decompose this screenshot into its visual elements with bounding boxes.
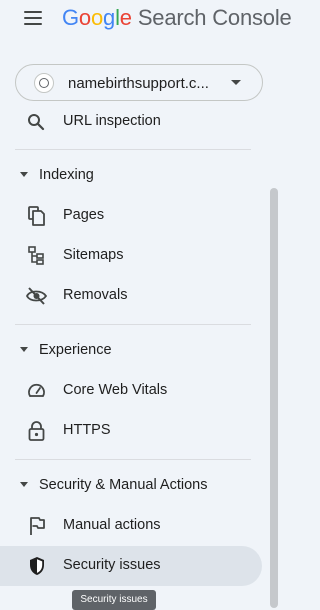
logo-letter: o xyxy=(90,5,104,30)
nav-item-url-inspection[interactable]: URL inspection xyxy=(0,102,262,142)
divider xyxy=(15,324,251,325)
top-bar: Google Search Console xyxy=(0,0,318,40)
shield-icon xyxy=(26,556,48,576)
nav-item-label: Removals xyxy=(63,287,128,303)
app-logo[interactable]: Google Search Console xyxy=(62,5,292,31)
nav-item-core-web-vitals[interactable]: Core Web Vitals xyxy=(0,371,262,411)
nav-item-https[interactable]: HTTPS xyxy=(0,411,262,451)
flag-icon xyxy=(26,516,48,536)
nav-item-removals[interactable]: Removals xyxy=(0,276,262,316)
nav-item-label: Core Web Vitals xyxy=(63,382,168,398)
nav-item-security-issues[interactable]: Security issues xyxy=(0,546,262,586)
nav-item-label: Manual actions xyxy=(63,517,161,533)
divider xyxy=(15,149,251,150)
logo-letter: g xyxy=(103,5,116,30)
logo-letter: G xyxy=(62,5,79,30)
property-selector[interactable]: namebirthsupport.c... xyxy=(15,64,263,101)
section-title: Indexing xyxy=(39,167,94,183)
tooltip: Security issues xyxy=(72,590,156,610)
property-name: namebirthsupport.c... xyxy=(68,75,209,92)
main-menu-icon[interactable] xyxy=(24,10,44,26)
nav-item-pages[interactable]: Pages xyxy=(0,196,262,236)
section-title: Experience xyxy=(39,342,112,358)
dropdown-caret-icon xyxy=(231,80,241,85)
divider xyxy=(15,459,251,460)
section-header-indexing[interactable]: Indexing xyxy=(0,158,262,194)
sitemaps-icon xyxy=(26,246,48,266)
nav-item-label: URL inspection xyxy=(63,113,161,129)
collapse-arrow-icon xyxy=(20,482,28,487)
nav-item-sitemaps[interactable]: Sitemaps xyxy=(0,236,262,276)
lock-icon xyxy=(26,421,48,441)
logo-letter: o xyxy=(78,5,91,30)
search-icon xyxy=(26,112,48,132)
nav-item-label: Pages xyxy=(63,207,105,223)
sidebar-scrollbar[interactable] xyxy=(270,188,278,608)
nav-item-manual-actions[interactable]: Manual actions xyxy=(0,506,262,546)
nav-item-label: HTTPS xyxy=(63,422,111,438)
pages-icon xyxy=(26,206,48,226)
globe-icon xyxy=(34,73,54,93)
product-name: Search Console xyxy=(137,5,292,30)
section-header-experience[interactable]: Experience xyxy=(0,333,262,369)
section-header-security-manual-actions[interactable]: Security & Manual Actions xyxy=(0,468,262,504)
collapse-arrow-icon xyxy=(20,172,28,177)
nav-item-label: Sitemaps xyxy=(63,247,124,263)
logo-letter: e xyxy=(119,5,132,30)
speedometer-icon xyxy=(26,381,48,401)
removals-icon xyxy=(25,286,48,306)
nav-item-label: Security issues xyxy=(63,557,161,573)
collapse-arrow-icon xyxy=(20,347,28,352)
section-title: Security & Manual Actions xyxy=(39,477,208,493)
